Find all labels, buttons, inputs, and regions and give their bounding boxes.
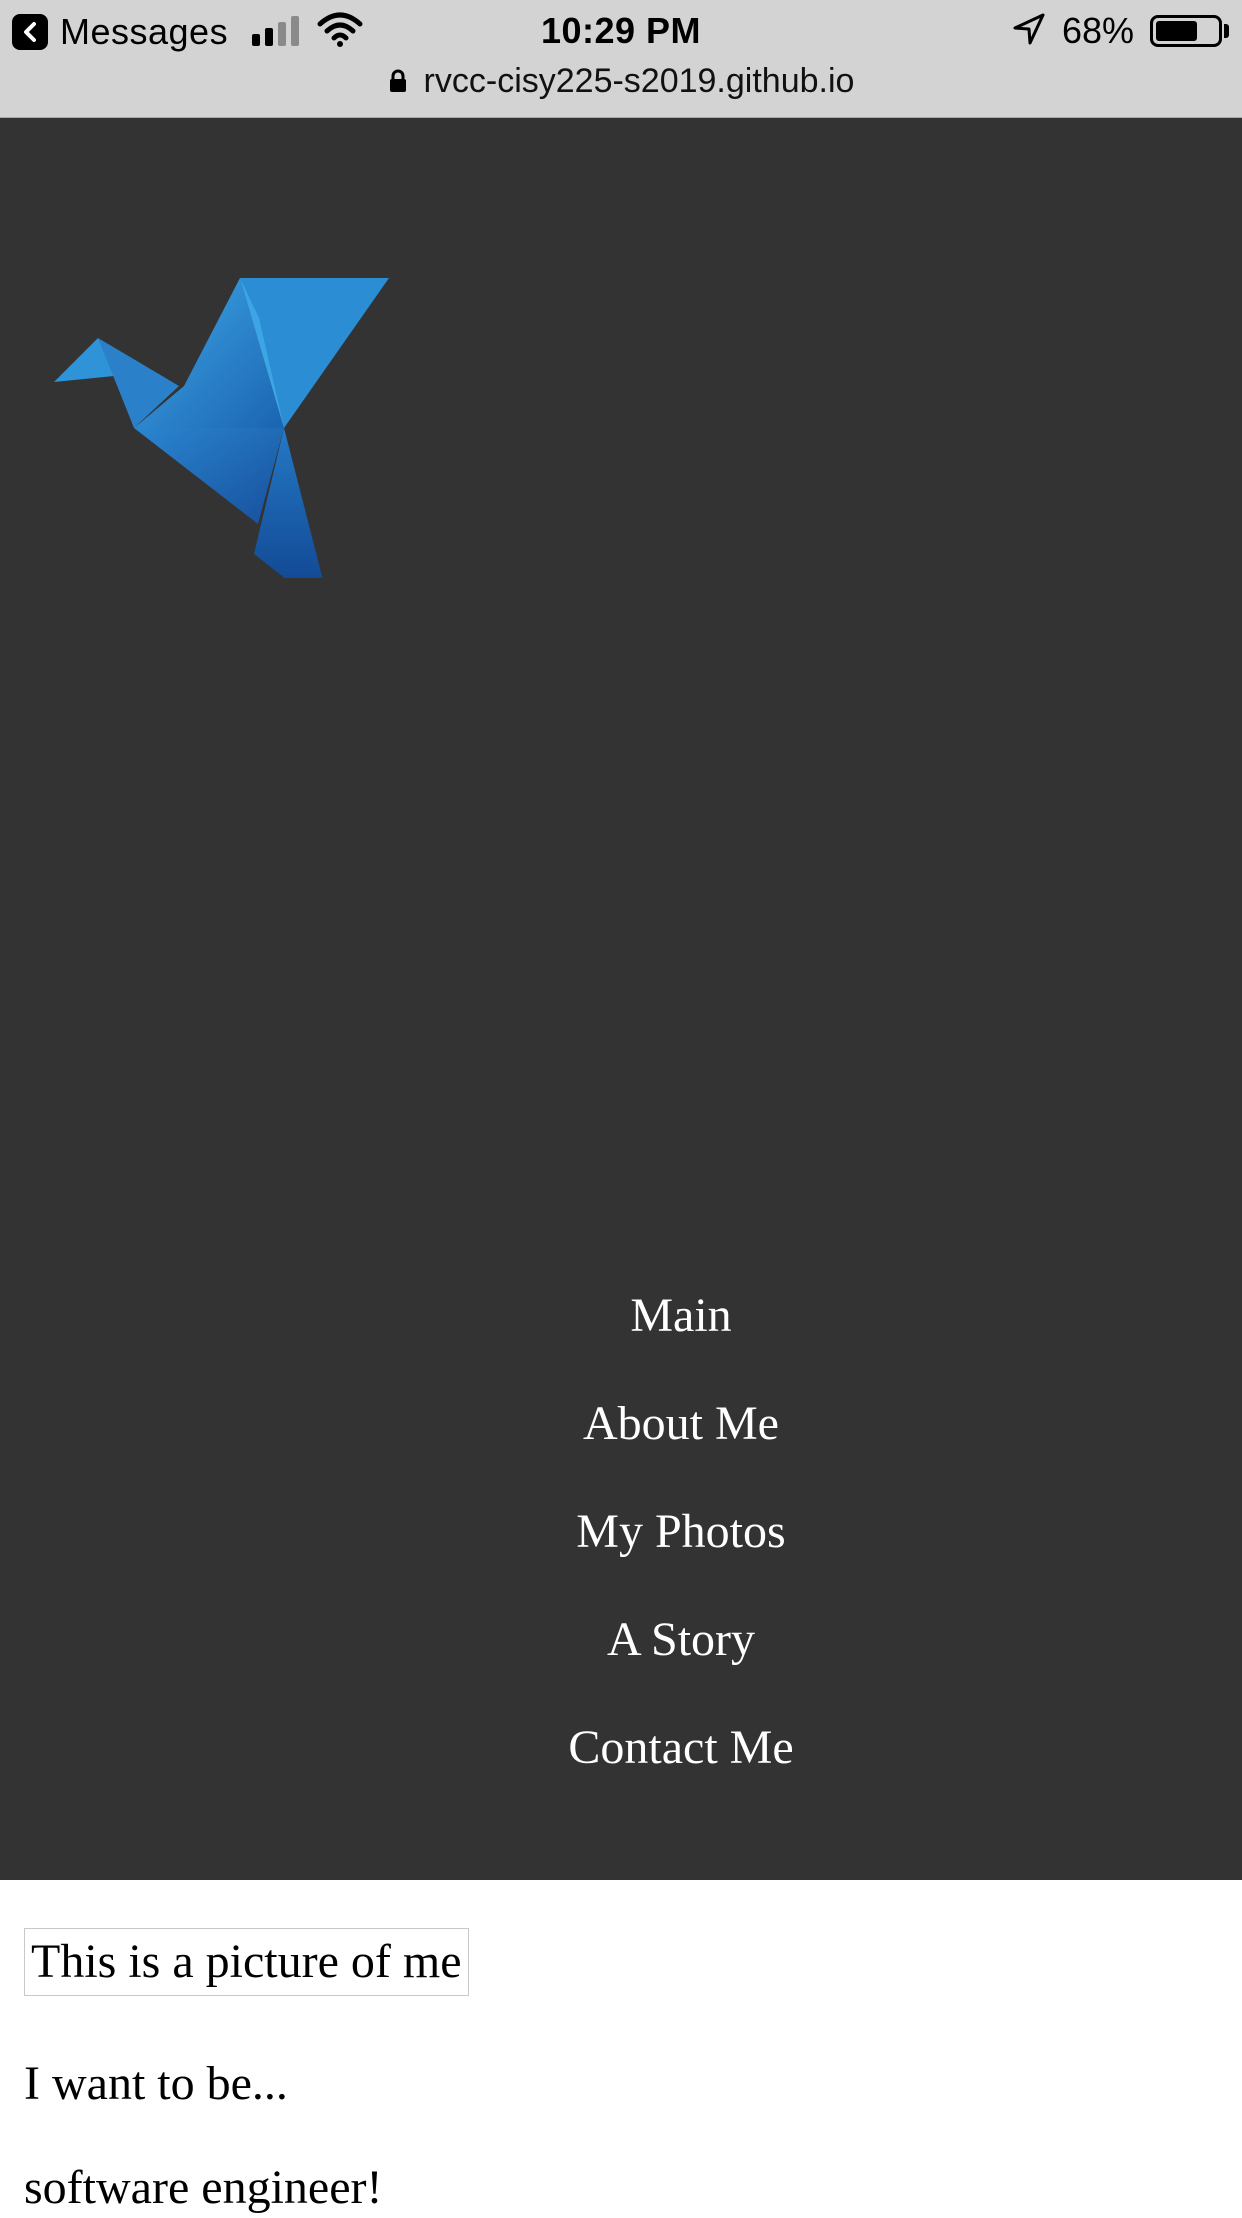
main-content: This is a picture of me I want to be... … [24,1928,1224,2218]
battery-percent: 68% [1062,10,1135,51]
url-text: rvcc-cisy225-s2019.github.io [423,61,855,100]
battery-icon [1150,15,1222,47]
lock-icon [388,69,408,93]
nav-link-main[interactable]: Main [120,1286,1242,1394]
broken-image-alt-text: This is a picture of me [24,1928,469,1996]
location-arrow-icon [1012,12,1046,51]
origami-bird-logo[interactable] [54,278,394,615]
browser-status-bar: Messages 10:29 PM 68% rvcc-cisy225-s2019… [0,0,1242,118]
site-header: Main About Me My Photos A Story Contact … [0,118,1242,1880]
battery-cap [1224,24,1229,38]
intro-line: I want to be... [24,2057,288,2110]
nav-link-about-me[interactable]: About Me [120,1394,1242,1502]
status-time: 10:29 PM [540,10,702,51]
main-nav: Main About Me My Photos A Story Contact … [0,1286,1242,1826]
address-bar[interactable]: rvcc-cisy225-s2019.github.io [0,58,1242,104]
battery-level-fill [1156,21,1197,41]
nav-link-a-story[interactable]: A Story [120,1610,1242,1718]
career-line: software engineer! [24,2161,383,2214]
nav-link-my-photos[interactable]: My Photos [120,1502,1242,1610]
nav-link-contact-me[interactable]: Contact Me [120,1718,1242,1826]
